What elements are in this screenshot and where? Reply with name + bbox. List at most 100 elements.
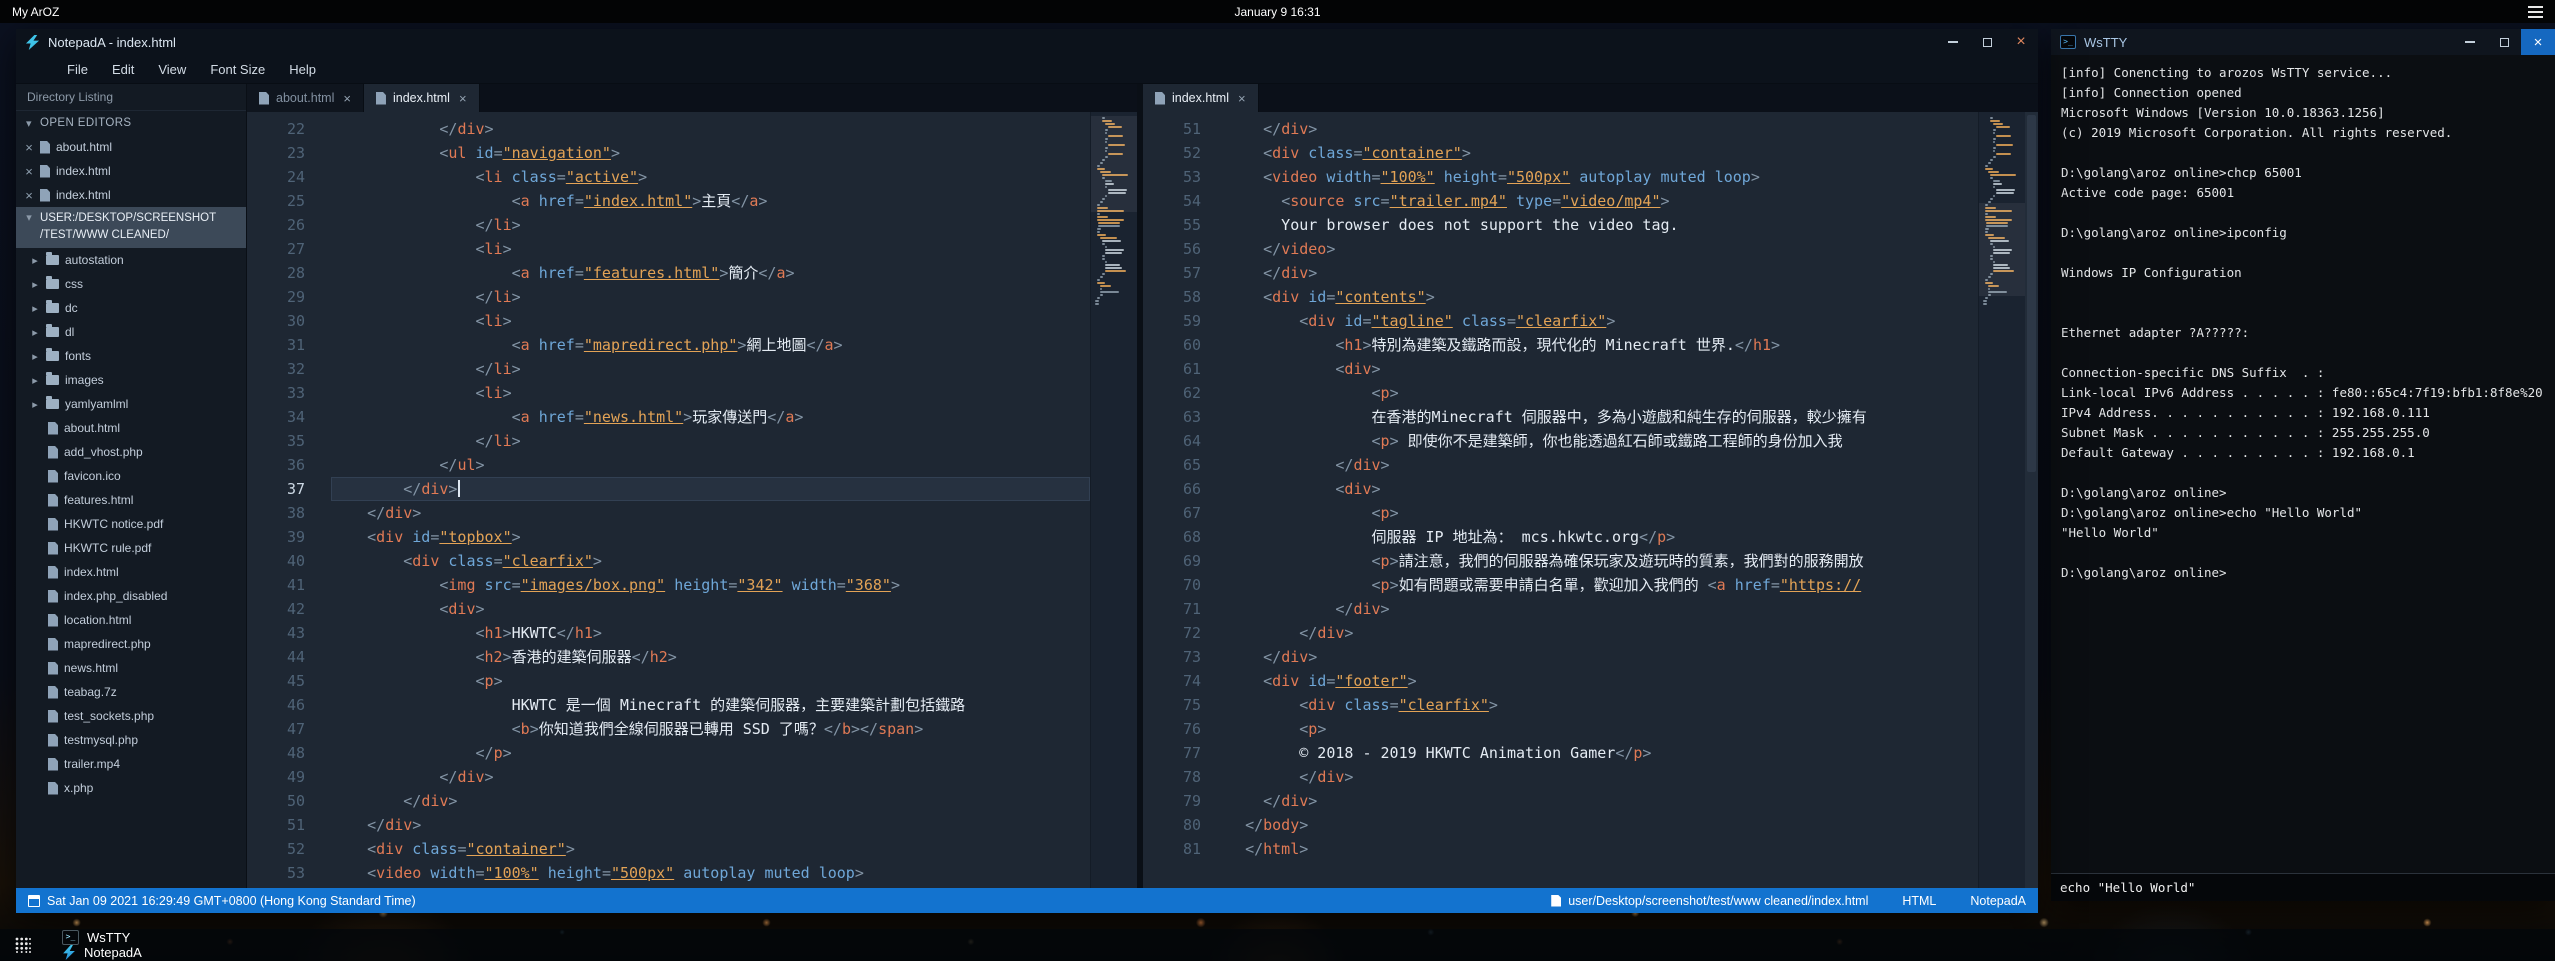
file-item[interactable]: news.html <box>16 656 246 680</box>
file-item[interactable]: testmysql.php <box>16 728 246 752</box>
close-icon[interactable]: × <box>24 140 34 155</box>
file-label: features.html <box>64 493 133 507</box>
status-language[interactable]: HTML <box>1902 894 1936 908</box>
close-icon[interactable]: × <box>24 164 34 179</box>
file-item[interactable]: add_vhost.php <box>16 440 246 464</box>
file-item[interactable]: favicon.ico <box>16 464 246 488</box>
code-line: <p> 即使你不是建築師，你也能透過紅石師或鐵路工程師的身份加入我 <box>1227 429 1978 453</box>
minimap-line <box>1102 273 1105 275</box>
maximize-button[interactable] <box>1970 29 2004 55</box>
terminal-line <box>2061 203 2545 223</box>
close-icon[interactable]: × <box>24 188 34 203</box>
editor-right: 5152535455565758596061626364656667686970… <box>1143 112 2038 888</box>
menu-item-view[interactable]: View <box>147 58 197 81</box>
open-editor-item[interactable]: ×index.html <box>16 159 246 183</box>
taskbar-item-wstty[interactable]: >_WsTTY <box>46 930 158 945</box>
open-editor-item[interactable]: ×about.html <box>16 135 246 159</box>
menu-item-font-size[interactable]: Font Size <box>199 58 276 81</box>
system-menu-label[interactable]: My ArOZ <box>12 5 59 19</box>
tab-close-icon[interactable]: × <box>459 91 467 106</box>
file-item[interactable]: index.html <box>16 560 246 584</box>
vertical-scrollbar[interactable] <box>2025 112 2038 888</box>
minimap-line <box>1993 180 2000 182</box>
minimap-line <box>1097 234 1107 236</box>
taskbar: >_WsTTYNotepadA <box>0 929 2555 961</box>
app-launcher-icon[interactable] <box>0 929 46 961</box>
wstty-titlebar[interactable]: >_ WsTTY × <box>2051 29 2555 55</box>
menu-item-help[interactable]: Help <box>278 58 327 81</box>
open-editors-section[interactable]: ▾ OPEN EDITORS <box>16 111 246 135</box>
maximize-button[interactable] <box>2487 29 2521 55</box>
minimap-line <box>1097 213 1100 215</box>
open-editor-item[interactable]: × index.html <box>16 183 246 207</box>
file-item[interactable]: features.html <box>16 488 246 512</box>
code-line: <a href="news.html">玩家傳送門</a> <box>331 405 1090 429</box>
line-number: 64 <box>1143 429 1201 453</box>
terminal-output[interactable]: [info] Conencting to arozos WsTTY servic… <box>2051 55 2555 873</box>
code-line: </div> <box>331 501 1090 525</box>
minimize-button[interactable] <box>2453 29 2487 55</box>
file-item[interactable]: teabag.7z <box>16 680 246 704</box>
code-area[interactable]: </div> <ul id="navigation"> <li class="a… <box>321 112 1090 888</box>
tab-index.html[interactable]: index.html× <box>1143 84 1259 112</box>
hamburger-menu-icon[interactable] <box>2528 6 2543 18</box>
line-number: 51 <box>247 813 305 837</box>
line-number: 49 <box>247 765 305 789</box>
terminal-line: D:\golang\aroz online>chcp 65001 <box>2061 163 2545 183</box>
folder-item[interactable]: ▸yamlyamlml <box>16 392 246 416</box>
file-icon <box>40 165 50 178</box>
file-item[interactable]: test_sockets.php <box>16 704 246 728</box>
minimap-line <box>1985 165 1988 167</box>
menu-item-edit[interactable]: Edit <box>101 58 145 81</box>
taskbar-item-notepada[interactable]: NotepadA <box>46 945 158 960</box>
line-number: 37 <box>247 477 305 501</box>
terminal-input[interactable]: echo "Hello World" <box>2051 873 2555 901</box>
minimap-viewport[interactable] <box>1091 116 1137 212</box>
file-item[interactable]: location.html <box>16 608 246 632</box>
file-item[interactable]: about.html <box>16 416 246 440</box>
file-icon <box>40 189 50 202</box>
file-item[interactable]: HKWTC notice.pdf <box>16 512 246 536</box>
workspace-root[interactable]: ▾ USER:/DESKTOP/SCREENSHOT /TEST/WWW CLE… <box>16 207 246 248</box>
minimap-line <box>1990 174 2016 176</box>
file-item[interactable]: x.php <box>16 776 246 800</box>
close-button[interactable]: × <box>2521 29 2555 55</box>
file-item[interactable]: trailer.mp4 <box>16 752 246 776</box>
minimap[interactable] <box>1090 112 1137 888</box>
code-line: <video width="100%" height="500px" autop… <box>1227 165 1978 189</box>
open-editor-label: index.html <box>56 188 111 202</box>
file-item[interactable]: index.php_disabled <box>16 584 246 608</box>
folder-item[interactable]: ▸images <box>16 368 246 392</box>
minimap-line <box>1105 252 1122 254</box>
notepada-titlebar[interactable]: NotepadA - index.html × <box>16 29 2038 55</box>
code-area[interactable]: </div> <div class="container"> <video wi… <box>1217 112 1978 888</box>
folder-item[interactable]: ▸dl <box>16 320 246 344</box>
menu-item-file[interactable]: File <box>56 58 99 81</box>
folder-item[interactable]: ▸css <box>16 272 246 296</box>
minimap[interactable] <box>1978 112 2025 888</box>
close-button[interactable]: × <box>2004 29 2038 55</box>
minimap-line <box>1097 228 1101 230</box>
file-item[interactable]: HKWTC rule.pdf <box>16 536 246 560</box>
code-line: </div> <box>331 117 1090 141</box>
tab-about.html[interactable]: about.html× <box>247 84 364 112</box>
file-icon <box>48 518 58 531</box>
code-line: </ul> <box>331 453 1090 477</box>
tab-close-icon[interactable]: × <box>1238 91 1246 106</box>
line-number: 54 <box>1143 189 1201 213</box>
code-line: </html> <box>1227 837 1978 861</box>
minimap-line <box>1098 222 1120 224</box>
tab-index.html[interactable]: index.html× <box>364 84 480 112</box>
file-item[interactable]: mapredirect.php <box>16 632 246 656</box>
minimap-viewport[interactable] <box>1979 203 2025 296</box>
folder-item[interactable]: ▸dc <box>16 296 246 320</box>
scrollbar-thumb[interactable] <box>2027 115 2036 472</box>
line-number: 69 <box>1143 549 1201 573</box>
minimap-line <box>1996 135 2011 137</box>
folder-item[interactable]: ▸autostation <box>16 248 246 272</box>
line-number: 71 <box>1143 597 1201 621</box>
minimize-button[interactable] <box>1936 29 1970 55</box>
folder-item[interactable]: ▸fonts <box>16 344 246 368</box>
tab-close-icon[interactable]: × <box>343 91 351 106</box>
line-number: 36 <box>247 453 305 477</box>
